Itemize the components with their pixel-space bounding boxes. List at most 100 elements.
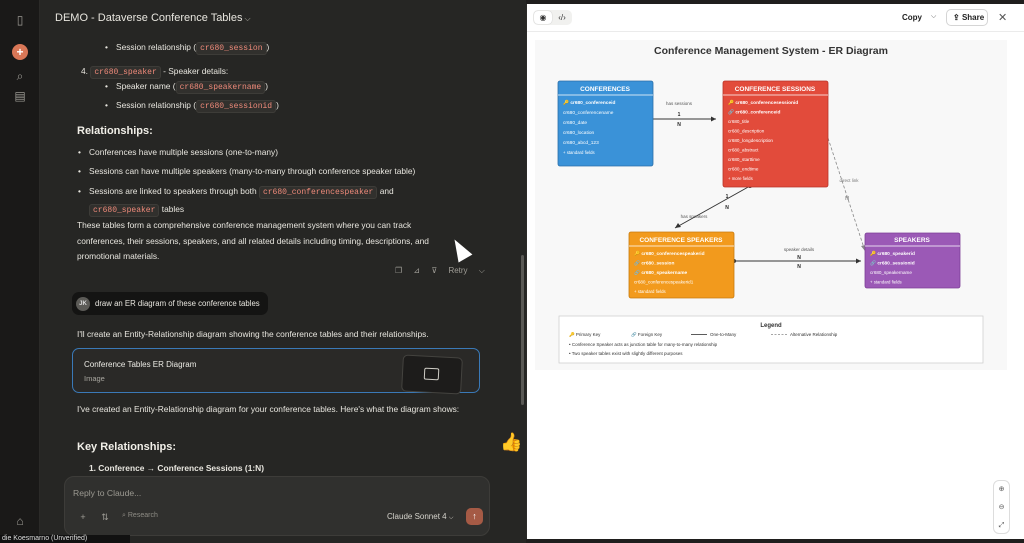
entity-field: 🔑 cr680_conferencespeakerid bbox=[634, 250, 705, 257]
list-item-text: Conferences have multiple sessions (one-… bbox=[89, 147, 278, 157]
list-item: Session relationship (cr680_sessionid) bbox=[104, 98, 279, 117]
cardinality-label: 1 bbox=[726, 194, 729, 200]
preview-eye-icon[interactable]: ◉ bbox=[534, 11, 552, 24]
reply-input[interactable]: Reply to Claude... bbox=[73, 488, 141, 498]
fit-screen-icon[interactable]: ⤢ bbox=[994, 517, 1009, 535]
close-icon[interactable]: ✕ bbox=[998, 11, 1007, 24]
share-icon: ⇪ bbox=[953, 13, 962, 22]
user-message-text: draw an ER diagram of these conference t… bbox=[95, 299, 260, 308]
entity-conferences: CONFERENCES 🔑 cr680_conferenceid cr680_c… bbox=[557, 80, 654, 167]
entity-conference-speakers: CONFERENCE SPEAKERS 🔑 cr680_conferencesp… bbox=[628, 231, 735, 299]
code-chip: cr680_session bbox=[196, 42, 267, 55]
chevron-down-icon[interactable]: ⌵ bbox=[931, 13, 936, 21]
retry-label: Retry bbox=[448, 266, 468, 275]
entity-field: + standard fields bbox=[563, 150, 595, 155]
message-actions: ❐ ⊿ ⊽ Retry ⌵ bbox=[395, 266, 503, 276]
entity-name: CONFERENCES bbox=[580, 86, 631, 93]
share-button[interactable]: ⇪ Share bbox=[946, 9, 988, 26]
code-chip: cr680_speaker bbox=[90, 66, 161, 79]
zoom-in-icon[interactable]: ⊕ bbox=[994, 481, 1009, 499]
truncated-list: Session relationship (cr680_session) bbox=[104, 40, 269, 59]
link-icon: 🔗 bbox=[631, 331, 638, 338]
entity-field: 🔗 cr680_speakername bbox=[634, 269, 688, 276]
numbered-item: 4. cr680_speaker - Speaker details: bbox=[81, 64, 228, 80]
entity-name: CONFERENCE SPEAKERS bbox=[639, 237, 723, 244]
list-item: Sessions can have multiple speakers (man… bbox=[77, 164, 467, 183]
cardinality-label: N bbox=[797, 264, 801, 270]
key-relationships-heading: Key Relationships: bbox=[77, 441, 177, 453]
user-initials-icon[interactable]: ⌂ bbox=[12, 513, 28, 529]
key-icon: 🔑 bbox=[563, 99, 570, 106]
relation-label: has sessions bbox=[666, 101, 693, 106]
chevron-down-icon: ⌵ bbox=[244, 14, 251, 23]
chevron-down-icon: ⌵ bbox=[478, 266, 485, 275]
legend-label: Primary Key bbox=[576, 332, 601, 337]
send-button[interactable]: ↑ bbox=[466, 508, 483, 525]
field-text: cr680_conferencespeakerid bbox=[641, 251, 704, 257]
cardinality-label: 1 bbox=[678, 112, 681, 118]
copy-button[interactable]: Copy bbox=[902, 13, 922, 22]
list-item-text: Sessions can have multiple speakers (man… bbox=[89, 166, 416, 176]
research-button[interactable]: ⌕ Research bbox=[122, 512, 158, 520]
code-chip: cr680_conferencespeaker bbox=[258, 186, 378, 199]
diagram-legend: Legend 🔑 Primary Key 🔗 Foreign Key One-t… bbox=[558, 315, 984, 364]
model-selector[interactable]: Claude Sonnet 4 ⌵ bbox=[387, 512, 453, 522]
new-chat-icon[interactable]: + bbox=[12, 44, 28, 60]
entity-name: SPEAKERS bbox=[894, 237, 930, 244]
entity-field: cr680_abcd_123 bbox=[563, 140, 599, 146]
assistant-intro: I'll create an Entity-Relationship diagr… bbox=[77, 329, 429, 339]
entity-field: cr680_description bbox=[728, 129, 765, 134]
relation-label: direct link bbox=[839, 178, 859, 183]
chat-pane: DEMO - Dataverse Conference Tables⌵ Sess… bbox=[40, 0, 526, 543]
thumbs-up-icon[interactable]: ⊿ bbox=[413, 266, 420, 275]
image-icon bbox=[423, 367, 440, 381]
sidebar-toggle-icon[interactable]: ▯ bbox=[12, 12, 28, 28]
arrow-head bbox=[856, 258, 861, 264]
share-label: Share bbox=[961, 13, 985, 22]
arrow-head bbox=[711, 116, 716, 122]
settings-sliders-icon[interactable]: ⇅ bbox=[97, 512, 113, 526]
relationships-list: Conferences have multiple sessions (one-… bbox=[77, 145, 467, 219]
zoom-out-icon[interactable]: ⊖ bbox=[994, 499, 1009, 517]
chat-scrollbar[interactable] bbox=[521, 255, 524, 405]
entity-field: 🔑 cr680_speakerid bbox=[870, 250, 915, 257]
reply-composer[interactable]: Reply to Claude... + ⇅ ⌕ Research Claude… bbox=[64, 476, 490, 536]
entity-field: cr680_conferencename bbox=[563, 110, 614, 116]
list-item: Conferences have multiple sessions (one-… bbox=[77, 145, 467, 164]
chat-title-text: DEMO - Dataverse Conference Tables bbox=[55, 12, 243, 24]
view-toggle[interactable]: ◉ ‹/› bbox=[533, 10, 572, 25]
item-number: 4. bbox=[81, 66, 88, 76]
legend-label: One-to-Many bbox=[710, 332, 737, 337]
search-icon[interactable]: ⌕ bbox=[12, 68, 28, 84]
entity-speakers: SPEAKERS 🔑 cr680_speakerid 🔗 cr680_sessi… bbox=[864, 232, 961, 289]
thumbs-down-icon[interactable]: ⊽ bbox=[431, 266, 437, 275]
code-icon[interactable]: ‹/› bbox=[553, 11, 571, 24]
link-icon: 🔗 bbox=[728, 109, 735, 116]
link-icon: 🔗 bbox=[634, 260, 641, 267]
link-icon: 🔗 bbox=[870, 260, 877, 267]
retry-button[interactable]: Retry ⌵ bbox=[448, 266, 493, 275]
list-item-label: Session relationship ( bbox=[116, 42, 197, 52]
cardinality-label: N bbox=[845, 196, 849, 202]
entity-field: cr680_endtime bbox=[728, 167, 759, 172]
field-text: cr680_conferenceid bbox=[570, 100, 615, 106]
relation-line bbox=[674, 185, 751, 229]
list-item-suffix: ) bbox=[265, 81, 269, 91]
entity-conference-sessions: CONFERENCE SESSIONS 🔑 cr680_conferencese… bbox=[722, 80, 829, 188]
add-icon[interactable]: + bbox=[75, 512, 91, 526]
artifact-card[interactable]: Conference Tables ER Diagram Image bbox=[72, 348, 480, 395]
legend-label: Alternative Relationship bbox=[790, 332, 838, 337]
key-icon: 🔑 bbox=[870, 250, 877, 257]
copy-icon[interactable]: ❐ bbox=[395, 266, 402, 275]
list-item-text: and bbox=[379, 186, 394, 196]
chat-title[interactable]: DEMO - Dataverse Conference Tables ⌵ bbox=[55, 12, 251, 24]
legend-label: Foreign Key bbox=[638, 332, 663, 337]
entity-field: + standard fields bbox=[634, 289, 666, 294]
entity-field: cr680_date bbox=[563, 120, 587, 126]
zoom-controls: ⊕ ⊖ ⤢ bbox=[993, 480, 1010, 534]
legend-title: Legend bbox=[760, 323, 782, 329]
key-icon: 🔑 bbox=[634, 250, 641, 257]
chevron-down-icon: ⌵ bbox=[448, 515, 454, 521]
list-item-label: Session relationship ( bbox=[116, 100, 197, 110]
chats-icon[interactable]: ▤ bbox=[12, 88, 28, 104]
